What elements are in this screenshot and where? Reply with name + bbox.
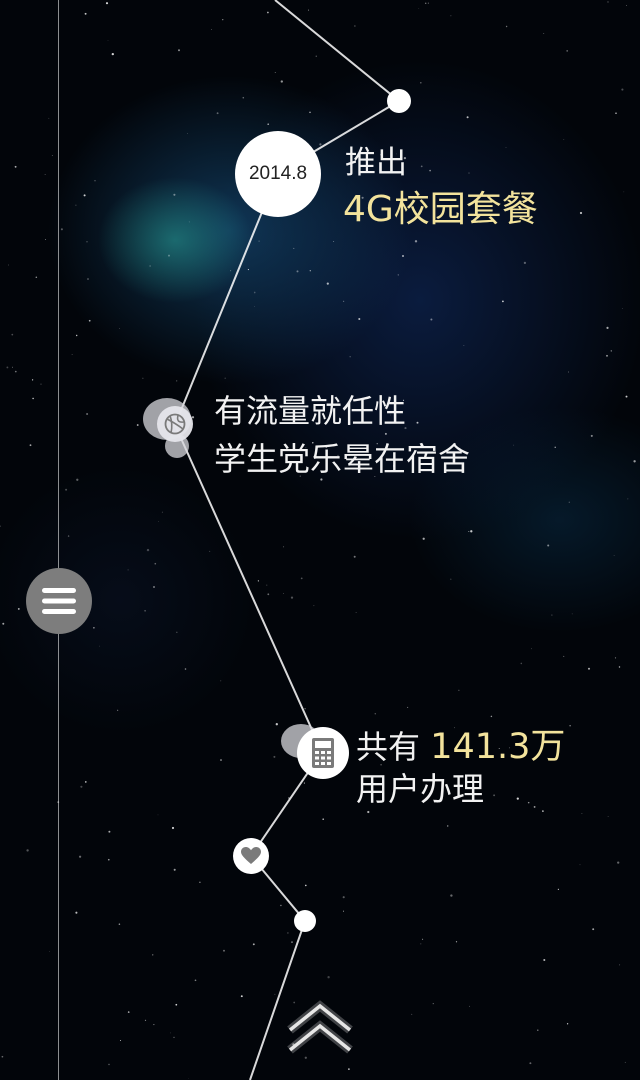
slogan-line-1: 有流量就任性 — [214, 392, 407, 430]
slogan-line-2: 学生党乐晕在宿舍 — [214, 440, 471, 478]
double-chevron-up-icon[interactable] — [284, 1000, 356, 1056]
timeline-node — [294, 910, 316, 932]
timeline-node — [387, 89, 411, 113]
launch-title: 4G校园套餐 — [343, 189, 538, 230]
users-prefix: 共有 — [356, 728, 431, 766]
heart-node[interactable] — [233, 838, 269, 874]
users-suffix: 用户办理 — [356, 770, 485, 808]
calculator-node[interactable] — [297, 727, 349, 779]
launch-label: 推出 — [345, 145, 407, 181]
timeline-path — [173, 0, 401, 1080]
date-label: 2014.8 — [248, 163, 308, 184]
date-bubble: 2014.8 — [235, 131, 321, 217]
users-count: 141.3万 — [430, 727, 566, 767]
users-count-line: 共有 141.3万 — [356, 718, 565, 769]
heart-icon — [241, 847, 261, 864]
basketball-icon — [164, 413, 186, 435]
basketball-node[interactable] — [157, 406, 193, 442]
calculator-icon — [312, 738, 334, 768]
